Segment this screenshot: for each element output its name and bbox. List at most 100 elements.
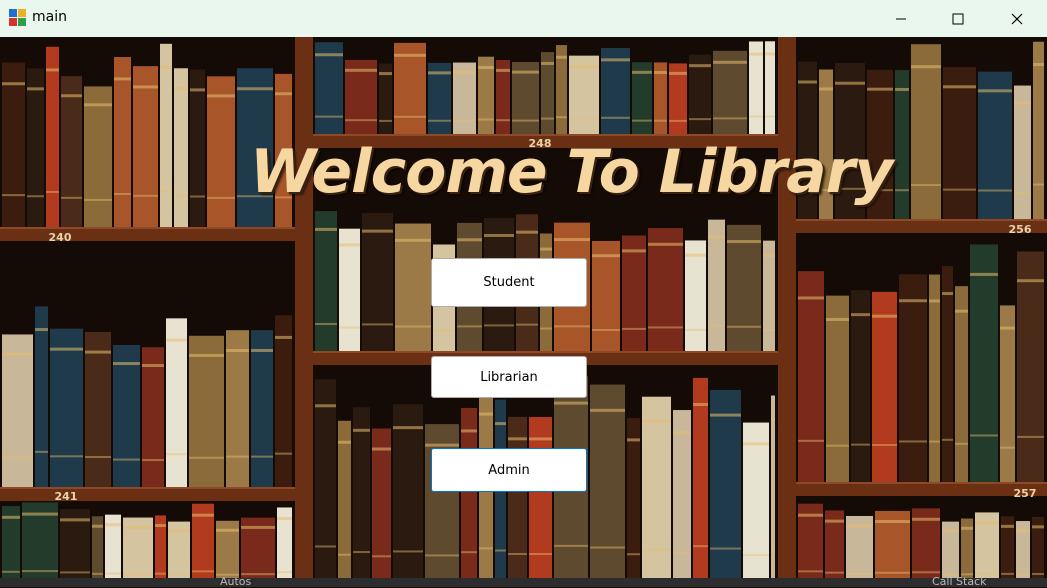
book-band <box>192 570 214 573</box>
book-spine <box>50 328 83 487</box>
book-band <box>372 555 391 558</box>
book-spine <box>61 76 82 227</box>
maximize-button[interactable] <box>929 0 987 37</box>
book-spine <box>353 407 370 587</box>
book-band <box>943 188 976 191</box>
book-band <box>648 326 683 329</box>
book-band <box>27 195 44 198</box>
book-spine <box>160 43 172 228</box>
book-spine <box>955 286 968 482</box>
main-form: 240 248 256 241 257 Welcome To Library Stude… <box>0 37 1047 587</box>
book-band <box>590 408 625 412</box>
book-band <box>22 570 58 573</box>
book-band <box>142 459 164 462</box>
book-spine <box>872 291 897 482</box>
book-band <box>669 71 687 75</box>
book-spine <box>851 290 870 482</box>
book-band <box>50 347 83 351</box>
shelf-board <box>0 227 295 241</box>
book-band <box>749 52 763 56</box>
book-band <box>942 438 953 441</box>
book-band <box>826 444 849 447</box>
book-band <box>846 572 873 575</box>
book-band <box>105 572 121 575</box>
book-band <box>425 554 459 557</box>
book-band <box>961 526 973 530</box>
book-band <box>353 551 370 554</box>
book-band <box>105 523 121 527</box>
book-band <box>394 53 426 57</box>
book-spine <box>710 389 741 587</box>
book-band <box>632 70 652 74</box>
book-band <box>315 53 343 57</box>
book-band <box>2 515 20 519</box>
book-band <box>875 571 910 574</box>
book-band <box>693 402 708 406</box>
admin-button[interactable]: Admin <box>431 448 587 492</box>
book-band <box>160 190 172 193</box>
book-band <box>1016 528 1030 532</box>
book-band <box>114 77 131 81</box>
minimize-button[interactable] <box>872 0 930 37</box>
book-spine <box>622 235 646 351</box>
book-band <box>496 68 510 72</box>
book-band <box>496 119 510 122</box>
book-band <box>654 71 667 75</box>
book-band <box>50 455 83 458</box>
book-spine <box>2 62 25 227</box>
book-band <box>978 189 1012 192</box>
shelf-highlight <box>0 227 295 229</box>
book-band <box>1001 524 1014 528</box>
book-band <box>275 92 292 96</box>
book-band <box>251 348 273 352</box>
book-spine <box>113 344 140 487</box>
book-spine <box>708 219 725 351</box>
book-band <box>569 65 599 69</box>
book-band <box>975 572 999 575</box>
book-band <box>275 452 292 455</box>
book-spine <box>2 334 33 487</box>
book-band <box>35 450 48 453</box>
book-spine <box>1000 305 1015 482</box>
book-band <box>2 82 25 86</box>
book-band <box>168 573 190 576</box>
shelf-number-label: 256 <box>1009 223 1032 236</box>
book-band <box>1016 573 1030 576</box>
book-band <box>85 456 111 459</box>
librarian-button[interactable]: Librarian <box>431 356 587 398</box>
book-band <box>899 299 927 303</box>
book-spine <box>899 274 927 482</box>
book-band <box>123 573 153 576</box>
book-band <box>622 327 646 330</box>
book-spine <box>315 379 336 587</box>
ide-background-strip <box>0 578 1047 587</box>
book-band <box>512 119 539 122</box>
book-band <box>911 184 941 187</box>
book-band <box>978 89 1012 93</box>
book-band <box>819 87 833 91</box>
book-band <box>798 80 817 84</box>
book-band <box>826 317 849 321</box>
book-spine <box>763 240 775 351</box>
book-band <box>508 552 527 555</box>
book-spine <box>338 420 351 587</box>
title-bar[interactable]: main <box>0 0 1047 37</box>
book-spine <box>1017 251 1044 482</box>
book-band <box>315 115 343 118</box>
book-band <box>569 118 599 121</box>
book-band <box>673 551 691 554</box>
book-band <box>1032 572 1044 575</box>
book-band <box>642 419 671 423</box>
book-band <box>556 116 567 119</box>
book-band <box>2 570 20 573</box>
book-band <box>771 418 775 422</box>
book-band <box>654 119 667 122</box>
student-button[interactable]: Student <box>431 258 587 307</box>
book-band <box>425 443 459 447</box>
close-button[interactable] <box>988 0 1046 37</box>
book-band <box>478 65 494 69</box>
book-spine <box>508 416 527 587</box>
book-band <box>251 455 273 458</box>
book-band <box>394 115 426 118</box>
book-band <box>192 513 214 517</box>
